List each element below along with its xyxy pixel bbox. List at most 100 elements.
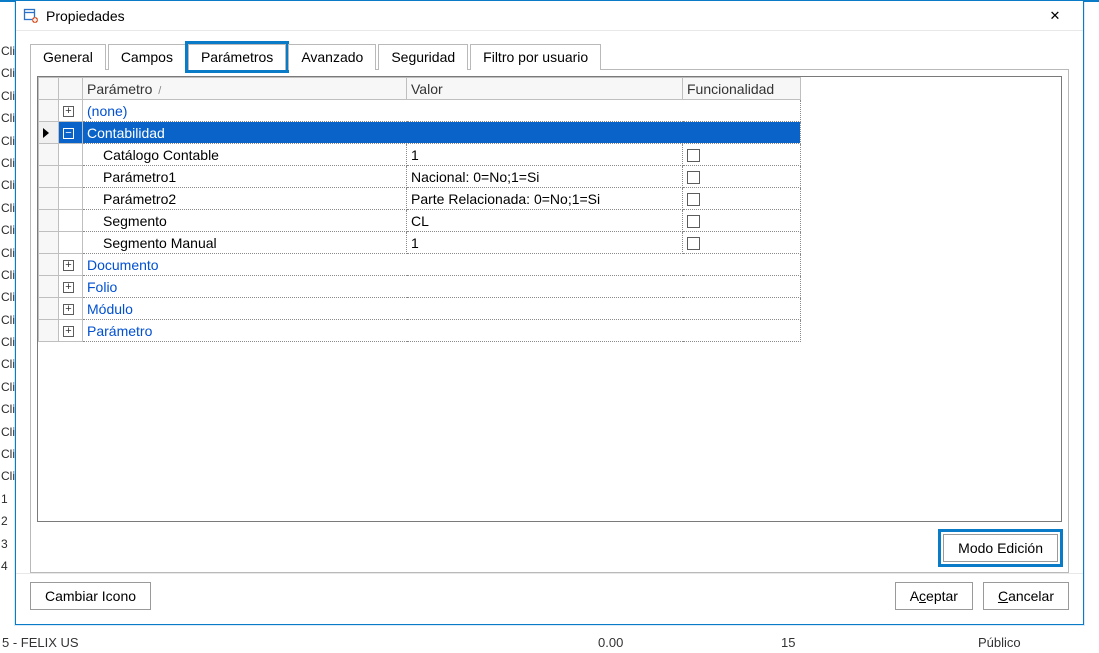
tab-seguridad[interactable]: Seguridad — [378, 44, 468, 70]
row-indicator — [39, 122, 59, 144]
cell-valor[interactable]: Nacional: 0=No;1=Si — [407, 166, 683, 188]
tree-toggle-cell[interactable]: + — [59, 254, 83, 276]
row-indicator — [39, 166, 59, 188]
collapse-icon: − — [63, 128, 74, 139]
tab-general[interactable]: General — [30, 44, 106, 70]
group-link[interactable]: Contabilidad — [87, 125, 165, 141]
grid-corner — [39, 78, 59, 100]
cell-parametro[interactable]: Parámetro1 — [83, 166, 407, 188]
checkbox-icon[interactable] — [687, 237, 700, 250]
cell-valor[interactable]: CL — [407, 210, 683, 232]
aceptar-button[interactable]: Aceptar — [895, 582, 973, 610]
tab-filtro-por-usuario[interactable]: Filtro por usuario — [470, 44, 601, 70]
group-label[interactable]: Contabilidad — [83, 122, 801, 144]
properties-dialog: Propiedades ✕ GeneralCamposParámetrosAva… — [15, 0, 1084, 625]
group-link[interactable]: (none) — [87, 103, 127, 119]
cell-parametro[interactable]: Segmento — [83, 210, 407, 232]
tree-toggle-cell[interactable]: − — [59, 122, 83, 144]
group-link[interactable]: Documento — [87, 257, 159, 273]
background-statusbar: 5 - FELIX US 0.00 15 Público — [0, 635, 1099, 653]
group-label[interactable]: Folio — [83, 276, 801, 298]
expand-icon: + — [63, 326, 74, 337]
tab-strip: GeneralCamposParámetrosAvanzadoSeguridad… — [16, 31, 1083, 69]
row-indicator — [39, 276, 59, 298]
row-indicator — [39, 320, 59, 342]
group-link[interactable]: Folio — [87, 279, 117, 295]
expand-icon: + — [63, 282, 74, 293]
cambiar-icono-button[interactable]: Cambiar Icono — [30, 582, 151, 610]
group-row[interactable]: − Contabilidad — [39, 122, 801, 144]
close-button[interactable]: ✕ — [1033, 2, 1077, 30]
tab-avanzado[interactable]: Avanzado — [288, 44, 376, 70]
status-value-1: 0.00 — [598, 635, 623, 650]
group-row[interactable]: + Módulo — [39, 298, 801, 320]
cell-valor[interactable]: 1 — [407, 232, 683, 254]
status-value-3: Público — [978, 635, 1021, 650]
expand-icon: + — [63, 106, 74, 117]
grid-tree-header — [59, 78, 83, 100]
table-row[interactable]: Catálogo Contable1 — [39, 144, 801, 166]
column-header-funcionalidad[interactable]: Funcionalidad — [683, 78, 801, 100]
checkbox-icon[interactable] — [687, 193, 700, 206]
status-value-2: 15 — [781, 635, 795, 650]
window-title: Propiedades — [46, 8, 1033, 24]
tree-spacer — [59, 188, 83, 210]
parameter-grid-container: Parámetro / Valor Funcionalidad + (none) −… — [37, 76, 1062, 522]
group-row[interactable]: + Parámetro — [39, 320, 801, 342]
cell-funcionalidad[interactable] — [683, 232, 801, 254]
tree-toggle-cell[interactable]: + — [59, 276, 83, 298]
window-icon — [22, 7, 40, 25]
table-row[interactable]: Parámetro1Nacional: 0=No;1=Si — [39, 166, 801, 188]
cell-funcionalidad[interactable] — [683, 188, 801, 210]
column-header-valor[interactable]: Valor — [407, 78, 683, 100]
tree-toggle-cell[interactable]: + — [59, 100, 83, 122]
group-label[interactable]: (none) — [83, 100, 801, 122]
row-indicator — [39, 100, 59, 122]
cell-valor[interactable]: Parte Relacionada: 0=No;1=Si — [407, 188, 683, 210]
row-indicator — [39, 144, 59, 166]
row-indicator — [39, 254, 59, 276]
parameter-grid[interactable]: Parámetro / Valor Funcionalidad + (none) −… — [38, 77, 801, 342]
tree-toggle-cell[interactable]: + — [59, 298, 83, 320]
group-row[interactable]: + Documento — [39, 254, 801, 276]
cell-valor[interactable]: 1 — [407, 144, 683, 166]
group-label[interactable]: Módulo — [83, 298, 801, 320]
group-link[interactable]: Módulo — [87, 301, 133, 317]
tree-spacer — [59, 166, 83, 188]
cell-funcionalidad[interactable] — [683, 144, 801, 166]
dialog-button-bar: Cambiar Icono Aceptar Cancelar — [16, 573, 1083, 624]
expand-icon: + — [63, 260, 74, 271]
column-header-parametro-label: Parámetro — [87, 81, 152, 97]
sort-indicator-icon: / — [158, 85, 161, 97]
cell-funcionalidad[interactable] — [683, 210, 801, 232]
cell-parametro[interactable]: Catálogo Contable — [83, 144, 407, 166]
tree-spacer — [59, 232, 83, 254]
current-row-arrow-icon — [43, 128, 49, 138]
modo-edicion-button[interactable]: Modo Edición — [943, 534, 1058, 562]
column-header-parametro[interactable]: Parámetro / — [83, 78, 407, 100]
group-row[interactable]: + (none) — [39, 100, 801, 122]
expand-icon: + — [63, 304, 74, 315]
table-row[interactable]: Parámetro2Parte Relacionada: 0=No;1=Si — [39, 188, 801, 210]
cell-parametro[interactable]: Segmento Manual — [83, 232, 407, 254]
tab-panel: Parámetro / Valor Funcionalidad + (none) −… — [30, 69, 1069, 573]
status-record-label: 5 - FELIX US — [0, 635, 79, 650]
row-indicator — [39, 188, 59, 210]
tree-toggle-cell[interactable]: + — [59, 320, 83, 342]
tab-parámetros[interactable]: Parámetros — [188, 44, 286, 70]
group-label[interactable]: Parámetro — [83, 320, 801, 342]
group-label[interactable]: Documento — [83, 254, 801, 276]
group-link[interactable]: Parámetro — [87, 323, 152, 339]
cell-parametro[interactable]: Parámetro2 — [83, 188, 407, 210]
table-row[interactable]: Segmento Manual1 — [39, 232, 801, 254]
tab-campos[interactable]: Campos — [108, 44, 186, 70]
table-row[interactable]: SegmentoCL — [39, 210, 801, 232]
titlebar: Propiedades ✕ — [16, 1, 1083, 31]
cancelar-button[interactable]: Cancelar — [983, 582, 1069, 610]
checkbox-icon[interactable] — [687, 215, 700, 228]
cell-funcionalidad[interactable] — [683, 166, 801, 188]
row-indicator — [39, 210, 59, 232]
checkbox-icon[interactable] — [687, 171, 700, 184]
group-row[interactable]: + Folio — [39, 276, 801, 298]
checkbox-icon[interactable] — [687, 149, 700, 162]
